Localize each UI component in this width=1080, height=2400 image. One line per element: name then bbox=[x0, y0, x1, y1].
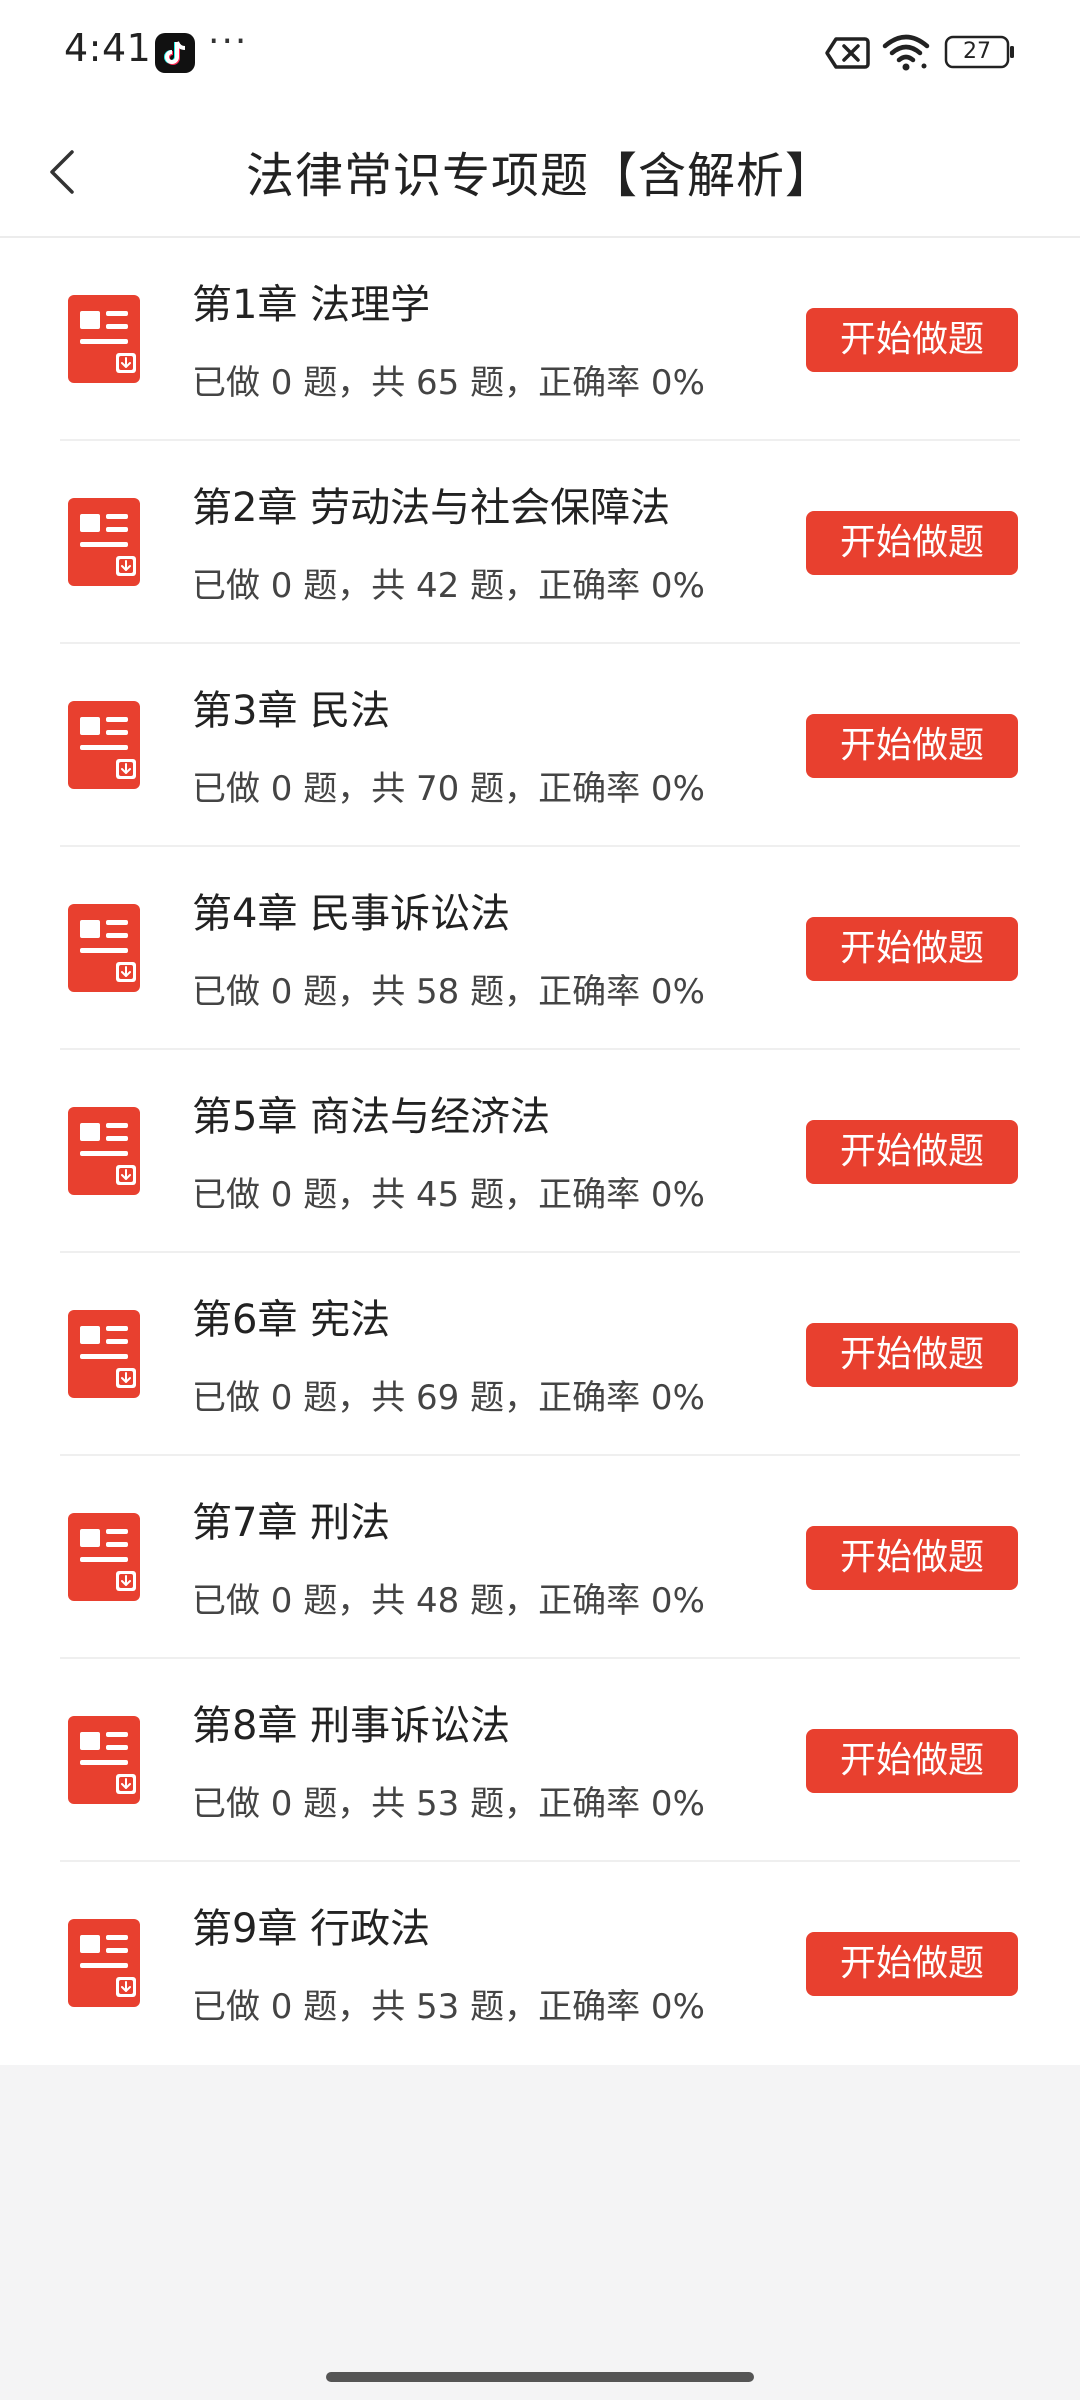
chapter-item[interactable]: 第5章 商法与经济法 已做 0 题，共 45 题，正确率 0% 开始做题 bbox=[0, 1050, 1080, 1253]
start-practice-button[interactable]: 开始做题 bbox=[806, 1729, 1018, 1793]
document-icon bbox=[68, 1513, 140, 1601]
tiktok-icon bbox=[155, 33, 195, 73]
start-practice-button[interactable]: 开始做题 bbox=[806, 1932, 1018, 1996]
chapter-item[interactable]: 第3章 民法 已做 0 题，共 70 题，正确率 0% 开始做题 bbox=[0, 644, 1080, 847]
chapter-item[interactable]: 第9章 行政法 已做 0 题，共 53 题，正确率 0% 开始做题 bbox=[0, 1862, 1080, 2065]
document-icon bbox=[68, 701, 140, 789]
wifi-icon bbox=[882, 34, 930, 71]
chapter-stats: 已做 0 题，共 53 题，正确率 0% bbox=[192, 1784, 705, 1824]
start-practice-button[interactable]: 开始做题 bbox=[806, 917, 1018, 981]
chapter-stats: 已做 0 题，共 69 题，正确率 0% bbox=[192, 1378, 705, 1418]
chapter-title: 第8章 刑事诉讼法 bbox=[192, 1703, 511, 1749]
chapter-item[interactable]: 第4章 民事诉讼法 已做 0 题，共 58 题，正确率 0% 开始做题 bbox=[0, 847, 1080, 1050]
chapter-title: 第2章 劳动法与社会保障法 bbox=[192, 485, 671, 531]
start-practice-button[interactable]: 开始做题 bbox=[806, 1120, 1018, 1184]
status-time: 4:41 bbox=[64, 26, 152, 70]
document-icon bbox=[68, 1310, 140, 1398]
document-icon bbox=[68, 1919, 140, 2007]
top-area: 4:41 ··· 27 法律常识专项题【含解析】 bbox=[0, 0, 1080, 238]
chapter-stats: 已做 0 题，共 58 题，正确率 0% bbox=[192, 972, 705, 1012]
chapter-stats: 已做 0 题，共 70 题，正确率 0% bbox=[192, 769, 705, 809]
chapter-item[interactable]: 第1章 法理学 已做 0 题，共 65 题，正确率 0% 开始做题 bbox=[0, 238, 1080, 441]
document-icon bbox=[68, 1107, 140, 1195]
chapter-stats: 已做 0 题，共 45 题，正确率 0% bbox=[192, 1175, 705, 1215]
start-practice-button[interactable]: 开始做题 bbox=[806, 1526, 1018, 1590]
start-practice-button[interactable]: 开始做题 bbox=[806, 308, 1018, 372]
document-icon bbox=[68, 295, 140, 383]
home-indicator[interactable] bbox=[326, 2372, 754, 2382]
chapter-title: 第7章 刑法 bbox=[192, 1500, 391, 1546]
chapter-title: 第4章 民事诉讼法 bbox=[192, 891, 511, 937]
chapter-title: 第1章 法理学 bbox=[192, 282, 431, 328]
chapter-item[interactable]: 第8章 刑事诉讼法 已做 0 题，共 53 题，正确率 0% 开始做题 bbox=[0, 1659, 1080, 1862]
header: 法律常识专项题【含解析】 bbox=[0, 104, 1080, 238]
chapter-title: 第9章 行政法 bbox=[192, 1906, 431, 1952]
page-title: 法律常识专项题【含解析】 bbox=[245, 148, 834, 204]
chapter-title: 第3章 民法 bbox=[192, 688, 391, 734]
chapter-list: 第1章 法理学 已做 0 题，共 65 题，正确率 0% 开始做题 第2章 劳动… bbox=[0, 238, 1080, 2065]
start-practice-button[interactable]: 开始做题 bbox=[806, 1323, 1018, 1387]
document-icon bbox=[68, 904, 140, 992]
document-icon bbox=[68, 1716, 140, 1804]
start-practice-button[interactable]: 开始做题 bbox=[806, 511, 1018, 575]
document-icon bbox=[68, 498, 140, 586]
chapter-stats: 已做 0 题，共 48 题，正确率 0% bbox=[192, 1581, 705, 1621]
more-notifications-icon: ··· bbox=[208, 21, 249, 62]
status-bar: 4:41 ··· 27 bbox=[0, 0, 1080, 104]
chapter-item[interactable]: 第7章 刑法 已做 0 题，共 48 题，正确率 0% 开始做题 bbox=[0, 1456, 1080, 1659]
chapter-stats: 已做 0 题，共 53 题，正确率 0% bbox=[192, 1987, 705, 2027]
battery-level: 27 bbox=[963, 39, 991, 64]
chapter-stats: 已做 0 题，共 42 题，正确率 0% bbox=[192, 566, 705, 606]
no-sim-icon bbox=[825, 37, 870, 69]
chapter-stats: 已做 0 题，共 65 题，正确率 0% bbox=[192, 363, 705, 403]
chapter-item[interactable]: 第6章 宪法 已做 0 题，共 69 题，正确率 0% 开始做题 bbox=[0, 1253, 1080, 1456]
start-practice-button[interactable]: 开始做题 bbox=[806, 714, 1018, 778]
chapter-title: 第6章 宪法 bbox=[192, 1297, 391, 1343]
chapter-item[interactable]: 第2章 劳动法与社会保障法 已做 0 题，共 42 题，正确率 0% 开始做题 bbox=[0, 441, 1080, 644]
chapter-title: 第5章 商法与经济法 bbox=[192, 1094, 551, 1140]
